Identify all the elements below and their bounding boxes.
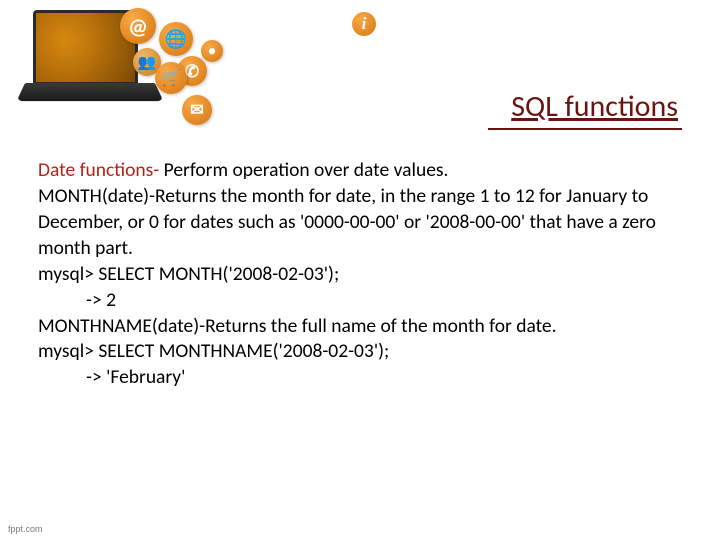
slide-title: SQL functions bbox=[511, 88, 678, 125]
at-icon: @ bbox=[120, 8, 156, 44]
term-date-functions: Date functions- bbox=[38, 158, 159, 182]
line-monthname-desc: MONTHNAME(date)-Returns the full name of… bbox=[38, 314, 682, 340]
footer-watermark: fppt.com bbox=[8, 524, 43, 534]
desc-date-functions: Perform operation over date values. bbox=[159, 158, 448, 182]
line-date-functions: Date functions- Perform operation over d… bbox=[38, 158, 682, 184]
cart-icon: 🛒 bbox=[155, 62, 187, 94]
slide-body: Date functions- Perform operation over d… bbox=[38, 158, 682, 391]
line-monthname-result: -> 'February' bbox=[38, 365, 682, 391]
header-decorative-graphic: @ 🌐 👥 ✆ 🛒 ✉ ● bbox=[25, 10, 225, 130]
laptop-keyboard bbox=[17, 83, 164, 101]
line-monthname-query: mysql> SELECT MONTHNAME('2008-02-03'); bbox=[38, 339, 682, 365]
globe-icon: 🌐 bbox=[159, 22, 193, 56]
dot-icon: ● bbox=[201, 40, 223, 62]
title-underline bbox=[488, 128, 682, 130]
info-icon: i bbox=[352, 12, 376, 36]
mail-icon: ✉ bbox=[182, 95, 212, 125]
line-month-result: -> 2 bbox=[38, 288, 682, 314]
line-month-query: mysql> SELECT MONTH('2008-02-03'); bbox=[38, 262, 682, 288]
line-month-desc: MONTH(date)-Returns the month for date, … bbox=[38, 184, 682, 262]
